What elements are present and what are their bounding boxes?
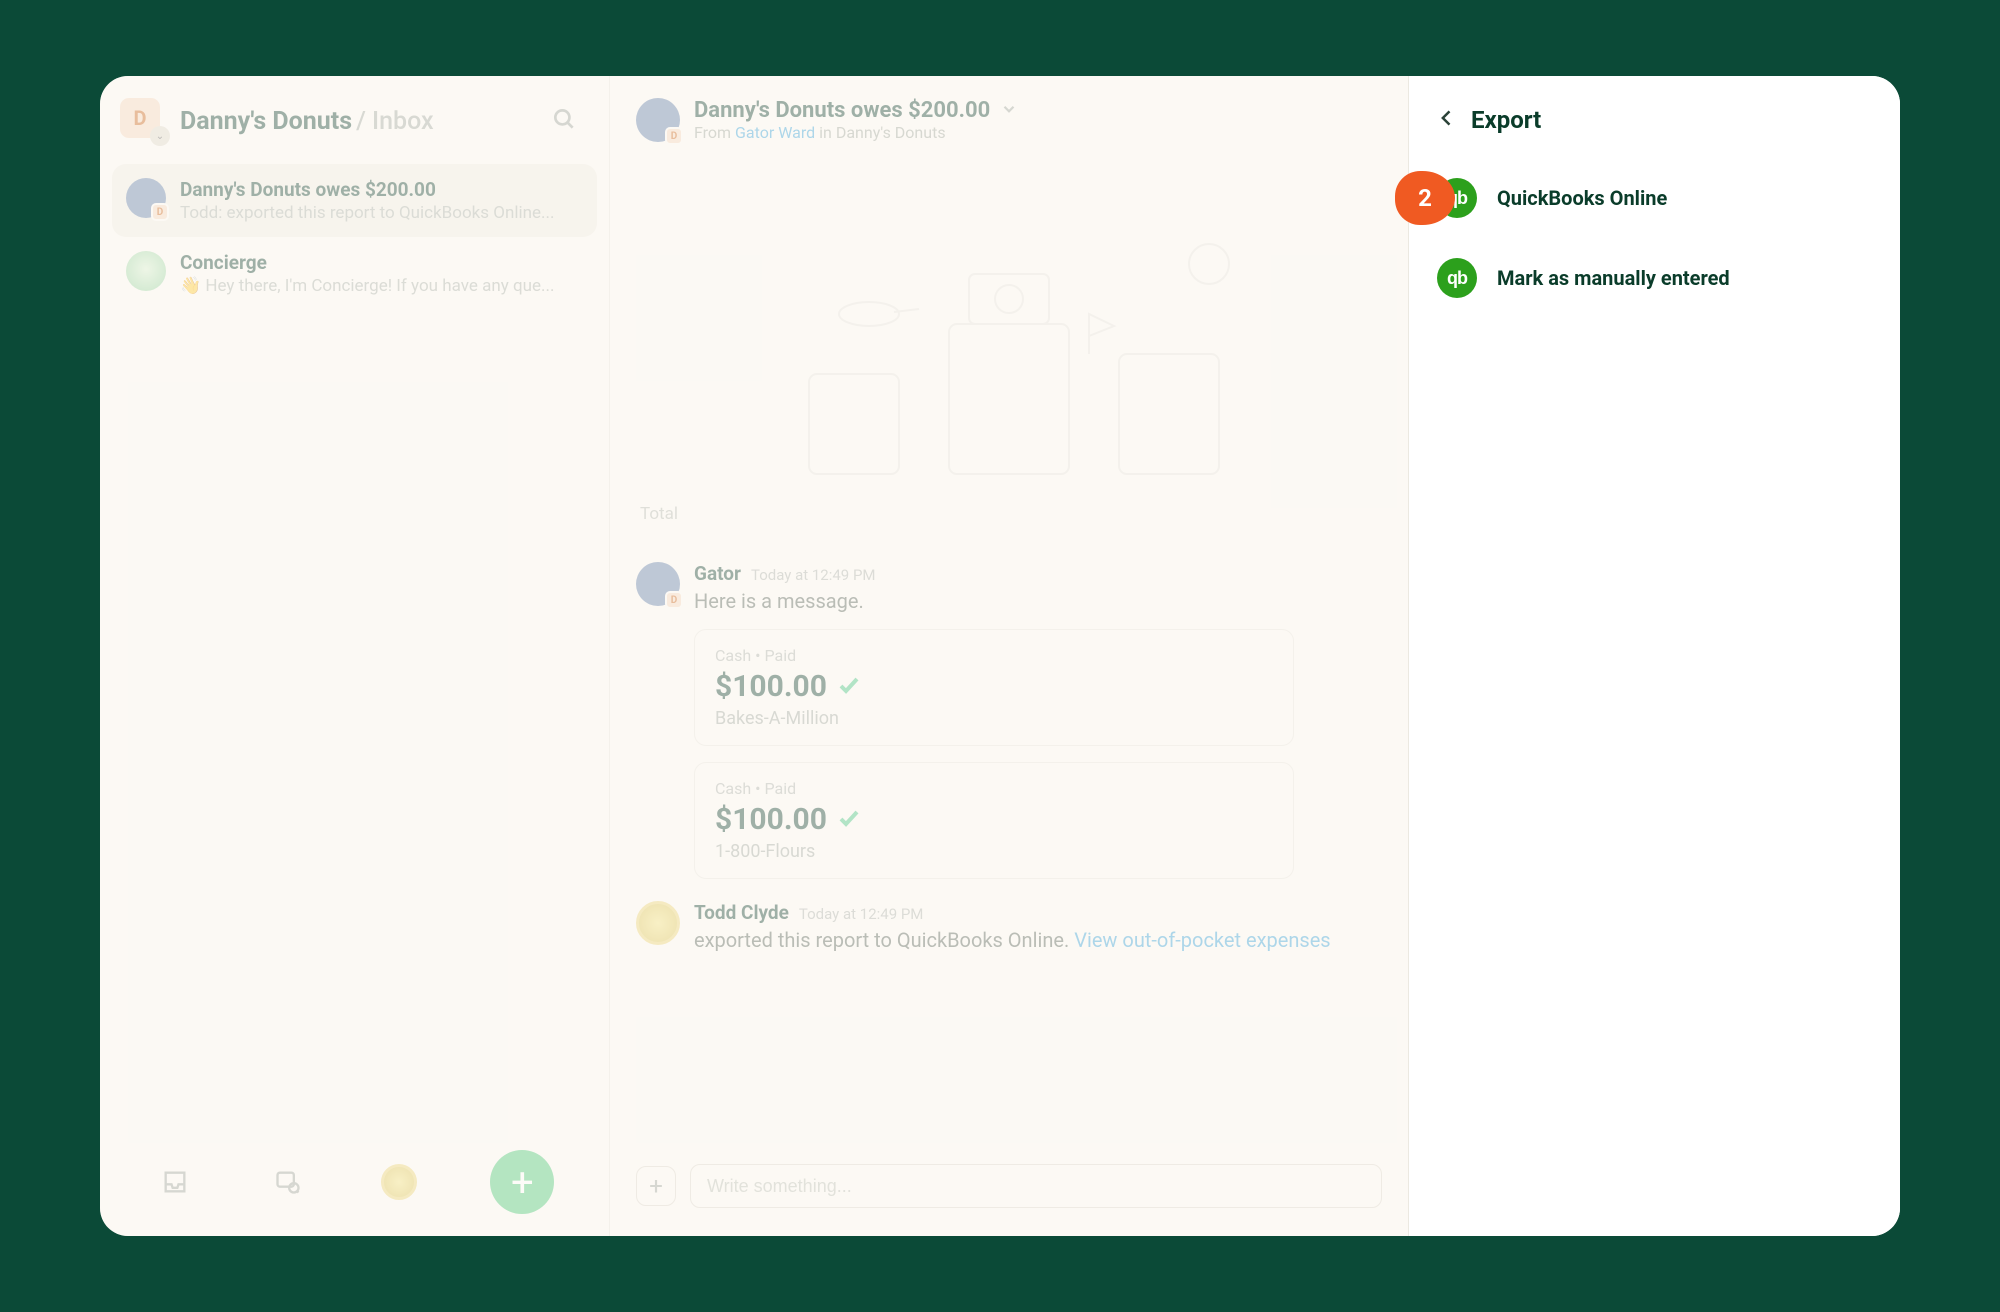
workspace-mini-icon: D (151, 203, 169, 221)
export-option-quickbooks[interactable]: 2 qb QuickBooks Online (1409, 158, 1900, 238)
attachment-button[interactable]: + (636, 1166, 676, 1206)
workspace-mini-icon: D (665, 591, 683, 609)
message-time: Today at 12:49 PM (799, 905, 924, 923)
export-option-manual[interactable]: qb Mark as manually entered (1409, 238, 1900, 318)
message: Todd Clyde Today at 12:49 PM exported th… (636, 901, 1382, 952)
chat-title: Danny's Donuts owes $200.00 (180, 178, 554, 201)
workspace-view: Inbox (372, 107, 434, 136)
panel-header: Export (1409, 76, 1900, 158)
workspace-avatar[interactable]: D ⌄ (120, 98, 166, 144)
chat-preview: 👋 Hey there, I'm Concierge! If you have … (180, 276, 555, 296)
check-icon (837, 806, 861, 834)
back-button[interactable] (1437, 108, 1457, 132)
message-body: exported this report to QuickBooks Onlin… (694, 928, 1382, 952)
bottom-nav: + (112, 1132, 597, 1224)
chat-item[interactable]: Concierge 👋 Hey there, I'm Concierge! If… (112, 237, 597, 310)
main-header: D Danny's Donuts owes $200.00 From Gator… (610, 76, 1408, 164)
app-frame: D ⌄ Danny's Donuts / Inbox D Danny's Don… (100, 76, 1900, 1236)
thread-avatar: D (636, 98, 680, 142)
chat-item[interactable]: D Danny's Donuts owes $200.00 Todd: expo… (112, 164, 597, 237)
thread-from: From Gator Ward in Danny's Donuts (694, 123, 1018, 142)
author-link[interactable]: Gator Ward (735, 123, 815, 142)
export-panel: Export 2 qb QuickBooks Online qb Mark as… (1408, 76, 1900, 1236)
message-time: Today at 12:49 PM (751, 566, 876, 584)
main-pane: D Danny's Donuts owes $200.00 From Gator… (610, 76, 1408, 1236)
expense-card[interactable]: Cash • Paid $100.00 1-800-Flours (694, 762, 1294, 879)
workspace-name: Danny's Donuts (180, 107, 352, 136)
export-option-label: QuickBooks Online (1497, 186, 1667, 210)
expense-vendor: 1-800-Flours (715, 841, 1273, 862)
message-author: Gator (694, 562, 741, 585)
message: D Gator Today at 12:49 PM Here is a mess… (636, 562, 1382, 879)
workspace-mini-icon: D (665, 127, 683, 145)
system-avatar (636, 901, 680, 945)
chevron-down-icon[interactable]: ⌄ (150, 126, 170, 146)
composer-input[interactable] (690, 1164, 1382, 1208)
wallet-icon[interactable] (381, 1164, 417, 1200)
view-expenses-link[interactable]: View out-of-pocket expenses (1074, 928, 1330, 952)
sidebar: D ⌄ Danny's Donuts / Inbox D Danny's Don… (100, 76, 610, 1236)
check-icon (837, 673, 861, 701)
inbox-icon[interactable] (155, 1162, 195, 1202)
expense-meta: Cash • Paid (715, 646, 1273, 665)
message-author: Todd Clyde (694, 901, 789, 924)
sidebar-header: D ⌄ Danny's Donuts / Inbox (112, 98, 597, 164)
search-icon[interactable] (551, 106, 577, 136)
concierge-avatar (126, 251, 166, 291)
expense-vendor: Bakes-A-Million (715, 708, 1273, 729)
search-receipts-icon[interactable] (268, 1162, 308, 1202)
expense-amount: $100.00 (715, 669, 827, 704)
composer: + (610, 1146, 1408, 1236)
export-option-label: Mark as manually entered (1497, 266, 1730, 290)
empty-illustration (636, 184, 1382, 504)
expense-card[interactable]: Cash • Paid $100.00 Bakes-A-Million (694, 629, 1294, 746)
message-body: Here is a message. (694, 589, 1382, 613)
message-avatar: D (636, 562, 680, 606)
expense-meta: Cash • Paid (715, 779, 1273, 798)
chat-avatar: D (126, 178, 166, 218)
thread-title: Danny's Donuts owes $200.00 (694, 98, 990, 123)
expense-amount: $100.00 (715, 802, 827, 837)
thread-body: Total D Gator Today at 12:49 PM Here is … (610, 164, 1408, 1146)
step-marker: 2 (1395, 171, 1455, 225)
chat-preview: Todd: exported this report to QuickBooks… (180, 203, 554, 223)
chevron-down-icon[interactable] (1000, 100, 1018, 122)
chat-list: D Danny's Donuts owes $200.00 Todd: expo… (112, 164, 597, 1132)
panel-title: Export (1471, 106, 1541, 134)
total-label: Total (636, 504, 1382, 524)
quickbooks-icon: qb (1437, 258, 1477, 298)
new-action-button[interactable]: + (490, 1150, 554, 1214)
chat-title: Concierge (180, 251, 555, 274)
